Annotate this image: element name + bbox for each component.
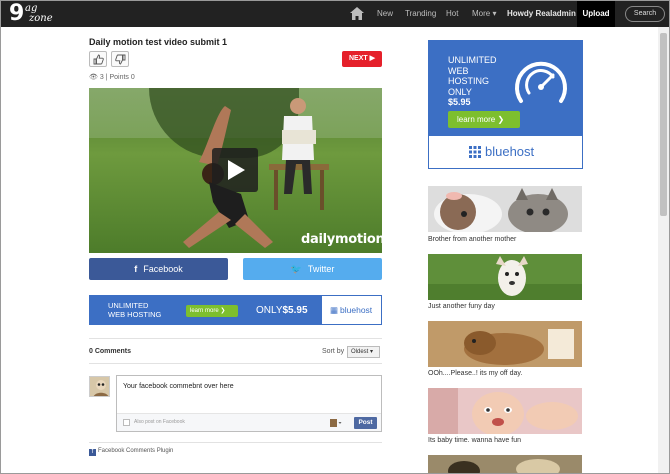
post-title: Daily motion test video submit 1 (89, 37, 228, 47)
side-ad-learn-more[interactable]: learn more ❯ (448, 111, 520, 128)
downvote-button[interactable] (111, 51, 129, 67)
side-ad-brand-panel: bluehost (429, 136, 582, 168)
avatar-figure (93, 380, 109, 396)
home-icon[interactable] (350, 7, 364, 20)
side-thumb-3[interactable] (428, 321, 582, 367)
logo-mark: 9 (9, 1, 25, 26)
thumbs-down-icon (115, 54, 126, 65)
upvote-button[interactable] (89, 51, 107, 67)
facebook-comments-plugin-link[interactable]: f Facebook Comments Plugin (89, 448, 173, 456)
comments-divider-bottom (89, 442, 382, 443)
user-menu[interactable]: Howdy Realadmin ▾ (507, 9, 582, 18)
facebook-icon: f (134, 264, 138, 274)
sort-label: Sort by (322, 348, 345, 355)
twitter-icon: 🐦 (290, 264, 302, 274)
side-caption-1[interactable]: Brother from another mother (428, 236, 516, 243)
comment-input[interactable]: Your facebook commebnt over here (123, 383, 234, 390)
banner-ad-price: ONLY$5.95 (256, 305, 308, 316)
thumbs-up-icon (93, 54, 104, 65)
side-ad-headline: UNLIMITED WEB HOSTING ONLY $5.95 (448, 55, 497, 108)
side-ad-line4: ONLY (448, 86, 472, 97)
side-ad-line3: HOSTING (448, 76, 490, 86)
view-count: 3 (99, 74, 104, 81)
share-twitter-button[interactable]: 🐦 Twitter (243, 258, 382, 280)
page-frame: 9 ag zone New Tranding Hot More ▾ Howdy … (0, 0, 670, 474)
side-thumb-2[interactable] (428, 254, 582, 300)
bluehost-grid-icon: ▦ (330, 305, 339, 315)
side-thumb-2-image (428, 254, 582, 300)
nav-new[interactable]: New (377, 9, 393, 18)
banner-ad-line1: UNLIMITED (108, 301, 149, 310)
banner-ad-price-value: $5.95 (282, 305, 308, 316)
side-caption-2[interactable]: Just another funy day (428, 303, 495, 310)
facebook-square-icon: f (89, 449, 96, 456)
side-ad-price: $5.95 (448, 97, 471, 107)
also-post-checkbox[interactable] (123, 419, 130, 426)
comment-footer: Also post on Facebook Post (117, 413, 381, 431)
logo-text-bottom: zone (29, 13, 53, 24)
side-ad-brand: bluehost (485, 144, 535, 159)
comment-input-box[interactable]: Your facebook commebnt over here Also po… (116, 375, 382, 432)
share-facebook-label: Facebook (143, 264, 183, 274)
nav-more[interactable]: More ▾ (472, 9, 496, 18)
comments-count: 0 Comments (89, 348, 132, 355)
banner-ad[interactable]: UNLIMITED WEB HOSTING learn more ❯ ONLY$… (89, 295, 382, 325)
side-ad[interactable]: UNLIMITED WEB HOSTING ONLY $5.95 learn m… (428, 40, 583, 169)
banner-ad-brand: ▦ bluehost (322, 296, 381, 324)
nav-tranding[interactable]: Tranding (405, 9, 436, 18)
points-count: 0 (130, 74, 135, 81)
sort-select[interactable]: Oldest ▾ (347, 346, 380, 358)
side-caption-4[interactable]: Its baby time. wanna have fun (428, 437, 521, 444)
share-facebook-button[interactable]: f Facebook (89, 258, 228, 280)
side-thumb-1[interactable] (428, 186, 582, 232)
banner-ad-brand-name: bluehost (340, 305, 373, 315)
speedometer-icon (515, 61, 567, 103)
banner-ad-learn-more[interactable]: learn more ❯ (186, 305, 238, 317)
side-thumb-5-image (428, 455, 582, 473)
search-button[interactable]: Search (625, 6, 665, 22)
share-twitter-label: Twitter (307, 264, 335, 274)
avatar (89, 376, 110, 397)
side-caption-3[interactable]: OOh....Please..! its my off day. (428, 370, 522, 377)
scrollbar-thumb[interactable] (660, 33, 667, 216)
plugin-label: Facebook Comments Plugin (98, 448, 174, 454)
site-logo[interactable]: 9 ag zone (9, 1, 57, 26)
banner-ad-price-prefix: ONLY (256, 305, 283, 316)
side-thumb-5[interactable] (428, 455, 582, 473)
points-label: Points (109, 74, 129, 81)
comments-divider (89, 363, 382, 364)
post-comment-button[interactable]: Post (354, 417, 377, 429)
side-thumb-4-image (428, 388, 582, 434)
page-scrollbar[interactable] (658, 27, 669, 473)
top-navbar: 9 ag zone New Tranding Hot More ▾ Howdy … (1, 1, 669, 27)
eye-icon: 👁 (89, 74, 98, 81)
side-thumb-1-image (428, 186, 582, 232)
video-player[interactable]: dailymotion (89, 88, 382, 253)
video-watermark: dailymotion (301, 232, 382, 247)
side-thumb-3-image (428, 321, 582, 367)
nav-hot[interactable]: Hot (446, 9, 458, 18)
post-stats: 👁 3 | Points 0 (89, 73, 135, 81)
side-ad-line1: UNLIMITED (448, 55, 497, 65)
play-icon (228, 160, 245, 180)
banner-ad-headline: UNLIMITED WEB HOSTING (108, 301, 161, 319)
side-ad-line2: WEB (448, 65, 469, 76)
upload-button[interactable]: Upload (577, 1, 615, 27)
user-identity-icon[interactable] (330, 418, 342, 428)
also-post-label: Also post on Facebook (134, 419, 185, 425)
play-button[interactable] (212, 148, 258, 192)
next-post-button[interactable]: NEXT ▶ (342, 51, 382, 67)
bluehost-grid-icon (469, 146, 481, 158)
comments-divider-top (89, 338, 382, 339)
banner-ad-line2: WEB HOSTING (108, 310, 162, 319)
side-thumb-4[interactable] (428, 388, 582, 434)
